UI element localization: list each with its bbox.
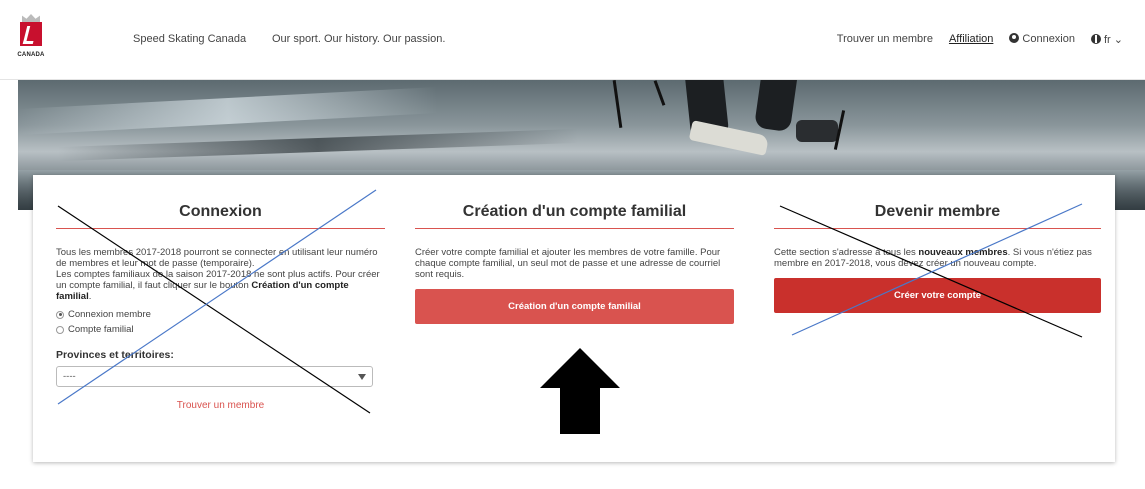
user-circle-icon <box>1009 33 1020 43</box>
radio-family-account[interactable]: Compte familial <box>56 322 385 337</box>
family-account-title: Création d'un compte familial <box>415 175 734 229</box>
crown-icon <box>22 14 40 22</box>
become-member-description: Cette section s'adresse à tous les nouve… <box>774 247 1101 269</box>
radio-member-label: Connexion membre <box>68 309 151 320</box>
hero-skate-boot <box>688 120 770 156</box>
nav-login-label: Connexion <box>1022 33 1075 45</box>
become-member-column: Devenir membre Cette section s'adresse à… <box>774 175 1101 313</box>
hero-streak <box>57 128 579 162</box>
create-family-account-button[interactable]: Création d'un compte familial <box>415 289 734 324</box>
create-account-button[interactable]: Créer votre compte <box>774 278 1101 313</box>
login-title: Connexion <box>56 175 385 229</box>
language-label: fr <box>1103 34 1111 46</box>
find-member-link[interactable]: Trouver un membre <box>56 400 385 411</box>
tagline: Our sport. Our history. Our passion. <box>272 33 446 45</box>
speed-skating-canada-logo[interactable]: CANADA <box>16 14 46 64</box>
language-selector[interactable]: fr ⌄ <box>1090 33 1123 46</box>
hero-skate-boot <box>796 120 838 142</box>
hero-blade <box>612 80 623 128</box>
top-navbar: CANADA Speed Skating Canada Our sport. O… <box>0 0 1145 80</box>
nav-login-link[interactable]: Connexion <box>1009 33 1075 46</box>
provinces-label: Provinces et territoires: <box>56 349 174 361</box>
radio-member-login[interactable]: Connexion membre <box>56 307 385 322</box>
radio-family-label: Compte familial <box>68 324 134 335</box>
login-text-1: Tous les membres 2017-2018 pourront se c… <box>56 247 378 269</box>
family-account-column: Création d'un compte familial Créer votr… <box>415 175 734 324</box>
nav-find-member-link[interactable]: Trouver un membre <box>837 33 933 46</box>
select-caret-icon <box>358 373 366 380</box>
hero-skater-leg <box>754 80 798 133</box>
nav-affiliation-link[interactable]: Affiliation <box>949 33 993 46</box>
hero-blade <box>653 80 666 106</box>
login-text-2-end: . <box>88 291 92 302</box>
login-type-radio-group: Connexion membre Compte familial <box>56 307 385 337</box>
provinces-select-value: ---- <box>63 371 76 382</box>
chevron-down-icon: ⌄ <box>1113 34 1123 46</box>
provinces-select[interactable]: ---- <box>56 366 373 387</box>
radio-button-checked[interactable] <box>56 310 64 319</box>
become-member-text-bold: nouveaux membres <box>918 247 1008 258</box>
globe-icon <box>1090 34 1101 44</box>
brand-name[interactable]: Speed Skating Canada <box>133 33 246 45</box>
family-account-description: Créer votre compte familial et ajouter l… <box>415 247 721 280</box>
become-member-title: Devenir membre <box>774 175 1101 229</box>
hero-streak <box>18 87 439 135</box>
nav-links: Trouver un membre Affiliation Connexion … <box>837 33 1123 46</box>
become-member-text-start: Cette section s'adresse à tous les <box>774 247 916 258</box>
login-description: Tous les membres 2017-2018 pourront se c… <box>56 247 385 302</box>
login-column: Connexion Tous les membres 2017-2018 pou… <box>56 175 385 411</box>
radio-button[interactable] <box>56 325 64 334</box>
logo-text: CANADA <box>17 52 45 58</box>
page: CANADA Speed Skating Canada Our sport. O… <box>0 0 1145 489</box>
account-options-card: Connexion Tous les membres 2017-2018 pou… <box>33 175 1115 462</box>
